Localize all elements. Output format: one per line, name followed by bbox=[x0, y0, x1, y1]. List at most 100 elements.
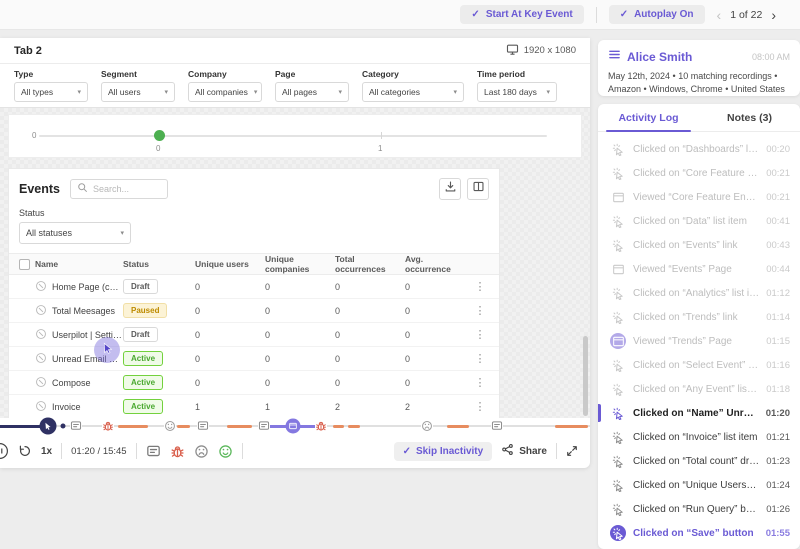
column-header[interactable]: Total occurrences bbox=[325, 254, 395, 274]
slider-dot-label: 0 bbox=[156, 144, 160, 153]
tab-notes-3-[interactable]: Notes (3) bbox=[699, 104, 800, 131]
current-marker-icon[interactable] bbox=[40, 418, 57, 435]
note-marker-icon[interactable] bbox=[258, 420, 270, 432]
activity-item[interactable]: Clicked on “Dashboards” list item 00:20 bbox=[598, 137, 800, 161]
pause-icon[interactable] bbox=[0, 442, 9, 460]
bug-marker-icon[interactable] bbox=[315, 420, 327, 432]
frown-marker-icon[interactable] bbox=[421, 420, 433, 432]
row-menu-icon[interactable]: ⋮ bbox=[465, 376, 495, 389]
note-marker-icon[interactable] bbox=[70, 420, 82, 432]
row-menu-icon[interactable]: ⋮ bbox=[465, 400, 495, 413]
column-header[interactable]: Status bbox=[123, 259, 185, 269]
next-session-icon[interactable]: › bbox=[771, 8, 776, 22]
filter-label: Category bbox=[362, 69, 464, 79]
report-bug-icon[interactable] bbox=[170, 444, 185, 459]
slider-tick bbox=[381, 132, 382, 139]
start-at-key-event-label: Start At Key Event bbox=[486, 9, 573, 20]
activity-text: Viewed “Core Feature Engagment” bbox=[633, 192, 759, 203]
bug-marker-icon[interactable] bbox=[102, 420, 114, 432]
activity-item[interactable]: Clicked on “Core Feature Engagem... 00:2… bbox=[598, 161, 800, 185]
metric-value: 0 bbox=[185, 330, 255, 340]
filter-group: Company All companies ▾ bbox=[188, 69, 262, 107]
column-header[interactable]: Unique users bbox=[185, 259, 255, 269]
slider-handle[interactable] bbox=[154, 130, 165, 141]
row-menu-icon[interactable]: ⋮ bbox=[465, 352, 495, 365]
activity-item[interactable]: Clicked on “Total count” dropdown 01:23 bbox=[598, 449, 800, 473]
filter-select[interactable]: All users ▾ bbox=[101, 82, 175, 102]
activity-item[interactable]: Clicked on “Name” Unread Email C... 01:2… bbox=[598, 401, 800, 425]
event-name[interactable]: Total Meesages bbox=[52, 306, 115, 316]
slider-end-label: 1 bbox=[378, 144, 382, 153]
table-row[interactable]: Total Meesages Paused 0000⋮ bbox=[9, 299, 499, 323]
session-list-icon bbox=[608, 48, 621, 66]
event-name[interactable]: Compose bbox=[52, 378, 91, 388]
activity-item[interactable]: Viewed “Core Feature Engagment” 00:21 bbox=[598, 185, 800, 209]
activity-item[interactable]: Clicked on “Save” button 01:55 bbox=[598, 521, 800, 545]
playback-timeline[interactable] bbox=[0, 418, 590, 434]
table-row[interactable]: Invoice Active 1122⋮ bbox=[9, 395, 499, 418]
activity-item[interactable]: Clicked on “Run Query” button 01:26 bbox=[598, 497, 800, 521]
column-header[interactable]: Name bbox=[35, 259, 123, 269]
tab-activity-log[interactable]: Activity Log bbox=[598, 104, 699, 131]
prev-session-icon[interactable]: ‹ bbox=[717, 8, 722, 22]
fullscreen-icon[interactable] bbox=[566, 445, 578, 457]
activity-item[interactable]: Clicked on “Invoice” list item 01:21 bbox=[598, 425, 800, 449]
smile-reaction-icon[interactable] bbox=[218, 444, 233, 459]
dot-marker-icon[interactable] bbox=[61, 424, 66, 429]
metric-value: 0 bbox=[325, 282, 395, 292]
filter-select[interactable]: All categories ▾ bbox=[362, 82, 464, 102]
column-header[interactable]: Avg. occurrence bbox=[395, 254, 465, 274]
activity-item[interactable]: Clicked on “Unique Users” list item 01:2… bbox=[598, 473, 800, 497]
top-toolbar: ✓ Start At Key Event ✓ Autoplay On ‹ 1 o… bbox=[0, 0, 800, 30]
filter-group: Segment All users ▾ bbox=[101, 69, 175, 107]
activity-item[interactable]: Viewed “Trends” Page 01:15 bbox=[598, 329, 800, 353]
replay-10-icon[interactable] bbox=[18, 444, 32, 458]
viewport-scrollbar[interactable] bbox=[583, 336, 588, 416]
filter-select[interactable]: All types ▾ bbox=[14, 82, 88, 102]
autoplay-button[interactable]: ✓ Autoplay On bbox=[609, 5, 705, 24]
skip-inactivity-toggle[interactable]: ✓ Skip Inactivity bbox=[394, 442, 493, 461]
share-button[interactable]: Share bbox=[501, 443, 547, 459]
activity-item[interactable]: Clicked on “Analytics” list item 01:12 bbox=[598, 281, 800, 305]
activity-item[interactable]: Viewed “Events” Page 00:44 bbox=[598, 257, 800, 281]
search-input[interactable] bbox=[93, 184, 163, 194]
activity-item[interactable]: Clicked on “Data” list item 00:41 bbox=[598, 209, 800, 233]
event-name[interactable]: Invoice bbox=[52, 402, 81, 412]
row-menu-icon[interactable]: ⋮ bbox=[465, 304, 495, 317]
column-header[interactable]: Unique companies bbox=[255, 254, 325, 274]
event-type-icon bbox=[35, 400, 47, 414]
select-all-checkbox[interactable] bbox=[19, 259, 30, 270]
slider-track[interactable] bbox=[39, 135, 547, 137]
filter-select[interactable]: All companies ▾ bbox=[188, 82, 262, 102]
columns-button[interactable] bbox=[467, 178, 489, 200]
viewed-marker-icon[interactable] bbox=[286, 419, 301, 434]
row-menu-icon[interactable]: ⋮ bbox=[465, 328, 495, 341]
activity-text: Clicked on “Select Event” dropdown bbox=[633, 360, 759, 371]
table-row[interactable]: Unread Email Click Active 0000⋮ bbox=[9, 347, 499, 371]
activity-item[interactable]: Clicked on “Events” link 00:43 bbox=[598, 233, 800, 257]
start-at-key-event-button[interactable]: ✓ Start At Key Event bbox=[460, 5, 583, 24]
status-filter-select[interactable]: All statuses ▾ bbox=[19, 222, 131, 244]
smile-marker-icon[interactable] bbox=[164, 420, 176, 432]
table-row[interactable]: Userpilot | Settings Draft 0000⋮ bbox=[9, 323, 499, 347]
note-marker-icon[interactable] bbox=[197, 420, 209, 432]
filter-select[interactable]: Last 180 days ▾ bbox=[477, 82, 557, 102]
activity-item[interactable]: Clicked on “Any Event” list item 01:18 bbox=[598, 377, 800, 401]
playback-speed-button[interactable]: 1x bbox=[41, 446, 52, 457]
table-row[interactable]: Compose Active 0000⋮ bbox=[9, 371, 499, 395]
activity-item[interactable]: Clicked on “Trends” link 01:14 bbox=[598, 305, 800, 329]
frown-reaction-icon[interactable] bbox=[194, 444, 209, 459]
export-button[interactable] bbox=[439, 178, 461, 200]
activity-timestamp: 00:20 bbox=[766, 144, 790, 155]
activity-item[interactable]: Clicked on “Select Event” dropdown 01:16 bbox=[598, 353, 800, 377]
row-menu-icon[interactable]: ⋮ bbox=[465, 280, 495, 293]
table-row[interactable]: Home Page (copy) Draft 0000⋮ bbox=[9, 275, 499, 299]
event-name[interactable]: Home Page (copy) bbox=[52, 282, 123, 292]
session-info-card[interactable]: Alice Smith 08:00 AM May 12th, 2024 • 10… bbox=[598, 40, 800, 96]
add-note-icon[interactable] bbox=[146, 444, 161, 459]
filter-select[interactable]: All pages ▾ bbox=[275, 82, 349, 102]
slider-left-label: 0 bbox=[32, 131, 36, 140]
metric-value: 0 bbox=[395, 378, 465, 388]
note-marker-icon[interactable] bbox=[491, 420, 503, 432]
events-search[interactable] bbox=[70, 179, 168, 199]
